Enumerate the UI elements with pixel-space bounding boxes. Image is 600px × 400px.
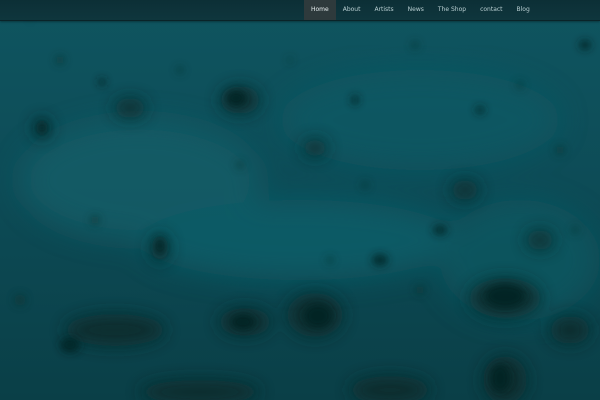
nav-item-home[interactable]: Home bbox=[304, 0, 336, 20]
nav-item-blog[interactable]: Blog bbox=[510, 0, 537, 20]
nav-item-artists[interactable]: Artists bbox=[367, 0, 400, 20]
nav-item-news[interactable]: News bbox=[401, 0, 431, 20]
top-navbar: Home About Artists News The Shop contact… bbox=[0, 0, 600, 21]
nav-item-contact[interactable]: contact bbox=[473, 0, 509, 20]
nav-item-about[interactable]: About bbox=[336, 0, 368, 20]
main-nav: Home About Artists News The Shop contact… bbox=[304, 0, 537, 20]
nav-item-the-shop[interactable]: The Shop bbox=[431, 0, 473, 20]
background-texture-image bbox=[0, 0, 600, 400]
page: Home About Artists News The Shop contact… bbox=[0, 0, 600, 400]
